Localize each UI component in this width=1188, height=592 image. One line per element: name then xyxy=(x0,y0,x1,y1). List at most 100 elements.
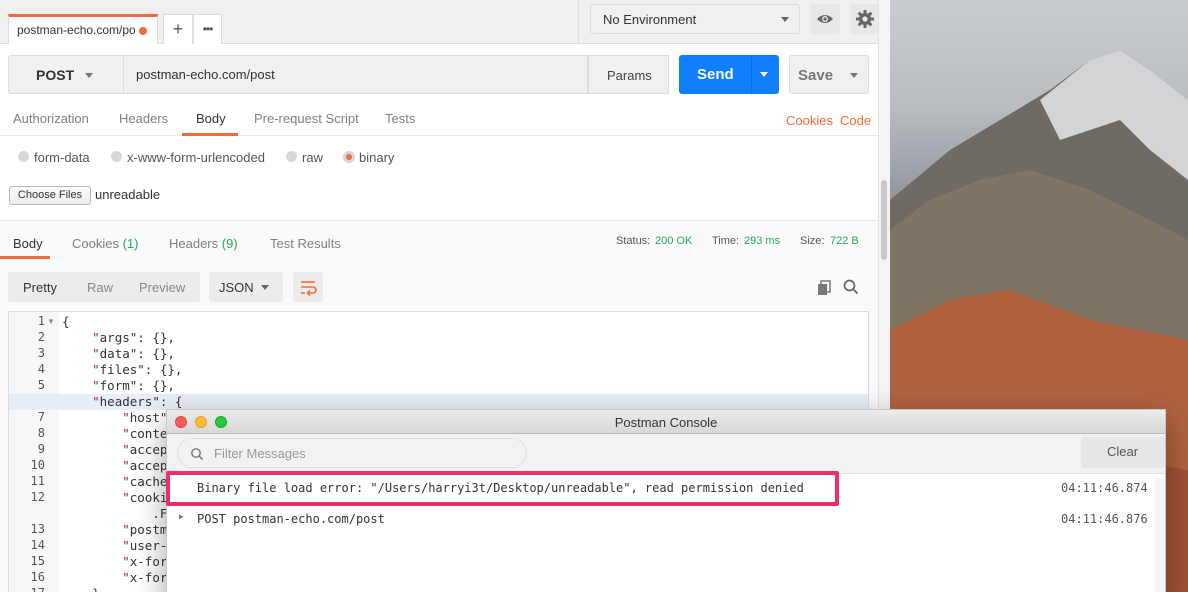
environment-select-value: No Environment xyxy=(603,12,697,27)
gear-icon xyxy=(856,10,874,28)
cookies-link[interactable]: Cookies xyxy=(786,113,833,128)
console-title: Postman Console xyxy=(614,415,718,430)
tab-authorization[interactable]: Authorization xyxy=(13,111,89,126)
tab-options-button[interactable]: ••• xyxy=(193,14,222,44)
code-link[interactable]: Code xyxy=(840,113,871,128)
new-tab-button[interactable]: + xyxy=(163,14,193,44)
fold-caret-icon[interactable]: ▼ xyxy=(47,317,55,326)
view-raw[interactable]: Raw xyxy=(87,280,113,295)
response-tab-test-results[interactable]: Test Results xyxy=(270,236,341,251)
console-titlebar[interactable]: Postman Console xyxy=(167,410,1165,434)
code-line: "cooki xyxy=(122,490,168,505)
radio-dot xyxy=(286,151,297,162)
console-scrollbar[interactable] xyxy=(1155,478,1165,592)
line-number: 10 xyxy=(30,458,45,472)
clear-console-label: Clear xyxy=(1107,444,1139,459)
environment-quick-look-button[interactable] xyxy=(810,4,840,34)
save-button-label: Save xyxy=(798,67,834,84)
url-input[interactable]: postman-echo.com/post xyxy=(124,55,588,94)
response-format-value: JSON xyxy=(219,280,254,295)
code-line: { xyxy=(62,314,70,329)
code-line: "host": xyxy=(122,410,175,425)
code-line: "headers": { xyxy=(92,394,183,409)
chevron-down-icon xyxy=(781,17,789,22)
divider xyxy=(578,0,579,44)
filter-messages-placeholder: Filter Messages xyxy=(214,446,306,461)
tab-tests[interactable]: Tests xyxy=(385,111,415,126)
filter-messages-input[interactable]: Filter Messages xyxy=(177,438,527,468)
tab-pre-request-script[interactable]: Pre-request Script xyxy=(254,111,359,126)
line-number: 7 xyxy=(37,410,45,424)
response-tab-headers[interactable]: Headers (9) xyxy=(169,236,238,251)
line-number: 3 xyxy=(37,346,45,360)
line-number: 8 xyxy=(37,426,45,440)
error-highlight-box xyxy=(166,471,839,506)
radio-label: form-data xyxy=(34,150,90,165)
wrap-lines-icon xyxy=(301,281,317,297)
time-value: 293 ms xyxy=(744,235,781,247)
tab-bar: postman-echo.com/post + ••• No Environme… xyxy=(0,0,881,44)
code-line: "cache xyxy=(122,474,168,489)
view-preview[interactable]: Preview xyxy=(139,280,185,295)
chevron-down-icon xyxy=(261,285,269,290)
line-number: 1 xyxy=(37,314,45,328)
selected-file-name: unreadable xyxy=(95,187,161,202)
params-button[interactable]: Params xyxy=(588,55,669,94)
response-view-toggle: Pretty Raw Preview xyxy=(8,272,200,302)
environment-select[interactable]: No Environment xyxy=(590,4,800,34)
code-line: .Fo xyxy=(62,506,175,521)
time-label: Time: xyxy=(712,235,740,247)
line-number: 11 xyxy=(30,474,45,488)
radio-dot xyxy=(111,151,122,162)
save-button[interactable]: Save xyxy=(789,55,869,94)
request-url-bar: POST postman-echo.com/post Params Send S… xyxy=(8,55,878,95)
search-icon xyxy=(191,448,204,461)
search-icon[interactable] xyxy=(842,278,860,296)
params-button-label: Params xyxy=(607,68,652,83)
response-tab-body[interactable]: Body xyxy=(13,236,43,251)
response-tab-cookies-label: Cookies xyxy=(72,236,119,251)
method-select[interactable]: POST xyxy=(8,55,124,94)
choose-files-button[interactable]: Choose Files xyxy=(9,186,91,205)
response-format-select[interactable]: JSON xyxy=(209,272,283,302)
wrap-lines-button[interactable] xyxy=(293,272,323,302)
chevron-down-icon[interactable] xyxy=(760,72,768,77)
code-line: "accept xyxy=(122,442,175,457)
chevron-down-icon[interactable] xyxy=(850,73,858,78)
send-button[interactable]: Send xyxy=(679,55,779,94)
line-number: 13 xyxy=(30,522,45,536)
console-log-time: 04:11:46.874 xyxy=(1061,481,1148,495)
tab-headers[interactable]: Headers xyxy=(119,111,168,126)
eye-icon xyxy=(817,15,833,23)
code-line: "form": {}, xyxy=(92,378,175,393)
code-line: "conten xyxy=(122,426,175,441)
active-tab-indicator xyxy=(182,133,238,136)
main-scrollbar-thumb[interactable] xyxy=(881,180,887,260)
request-tabs: Authorization Headers Body Pre-request S… xyxy=(0,102,878,136)
console-log-time: 04:11:46.876 xyxy=(1061,512,1148,526)
environment-settings-button[interactable] xyxy=(850,4,881,34)
status-value: 200 OK xyxy=(655,235,693,247)
tab-body[interactable]: Body xyxy=(196,111,226,126)
line-number: 9 xyxy=(37,442,45,456)
code-line: "x-forw xyxy=(122,554,175,569)
code-line: "data": {}, xyxy=(92,346,175,361)
url-input-value: postman-echo.com/post xyxy=(136,67,275,82)
code-line: "files": {}, xyxy=(92,362,183,377)
line-number: 4 xyxy=(37,362,45,376)
request-tab-label: postman-echo.com/post xyxy=(17,23,135,37)
clear-console-button[interactable]: Clear xyxy=(1081,437,1165,468)
code-line: "args": {}, xyxy=(92,330,175,345)
caret-right-icon[interactable]: ▶ xyxy=(179,512,184,521)
method-value: POST xyxy=(36,67,75,83)
response-tab-cookies[interactable]: Cookies (1) xyxy=(72,236,138,251)
view-pretty[interactable]: Pretty xyxy=(23,280,57,295)
console-log-row-request[interactable]: ▶ POST postman-echo.com/post 04:11:46.87… xyxy=(167,507,1165,531)
line-number: 17 xyxy=(9,586,45,592)
headers-count: (9) xyxy=(221,236,238,251)
line-number: 12 xyxy=(30,490,45,504)
console-log-message: POST postman-echo.com/post xyxy=(197,512,385,526)
copy-icon[interactable] xyxy=(816,279,833,296)
request-tab[interactable]: postman-echo.com/post xyxy=(8,14,158,44)
line-number: 16 xyxy=(30,570,45,584)
